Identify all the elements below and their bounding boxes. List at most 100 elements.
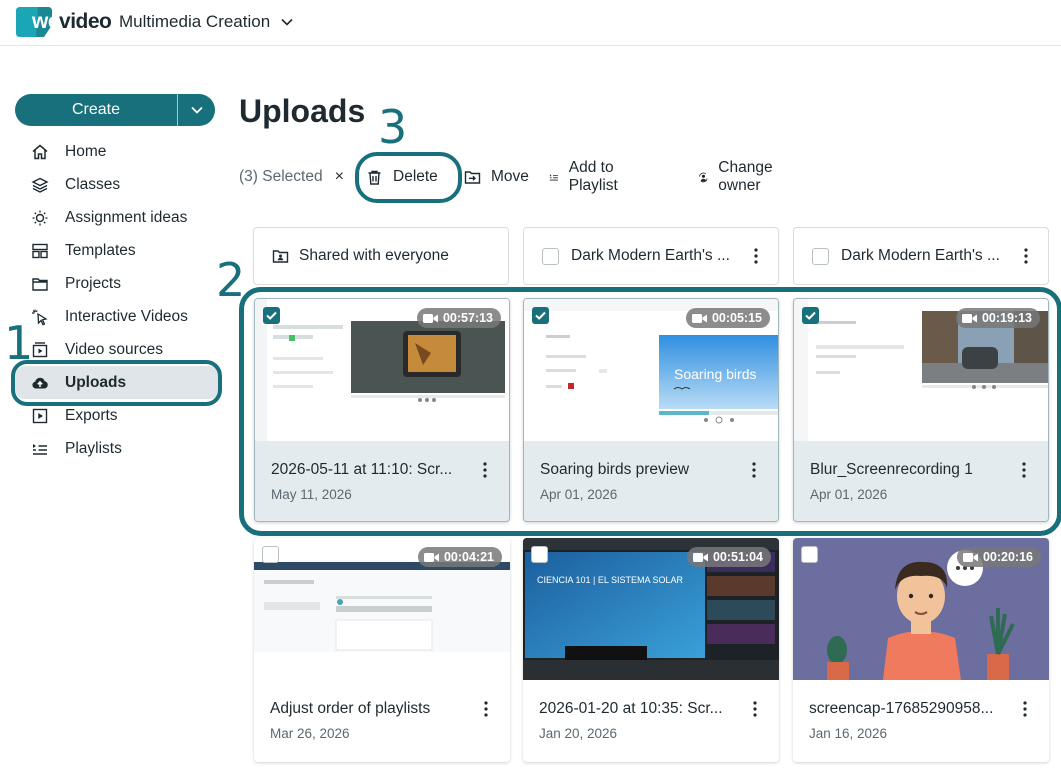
card-checkbox[interactable] [801,546,818,563]
card-date: May 11, 2026 [271,487,352,502]
change-owner-label: Change owner [718,159,773,194]
move-label: Move [491,168,529,185]
card-meta: Soaring birds preview Apr 01, 2026 [524,441,778,521]
folder-checkbox[interactable] [542,247,559,265]
duration-text: 00:20:16 [982,550,1033,564]
layers-icon [31,177,49,193]
card-date: Jan 16, 2026 [809,726,888,741]
video-camera-icon [422,313,438,323]
card-meta: Adjust order of playlists Mar 26, 2026 [254,680,510,762]
card-meta: 2026-05-11 at 11:10: Scr... May 11, 2026 [255,441,509,521]
video-camera-icon [961,313,977,323]
home-icon [32,144,48,159]
workspace-name: Multimedia Creation [119,12,271,31]
more-options-button[interactable] [747,700,763,718]
kebab-icon [483,462,487,478]
more-options-button[interactable] [1018,247,1034,265]
video-camera-icon [692,552,708,562]
top-bar: wevideo Multimedia Creation [0,0,1061,46]
media-card[interactable]: 00:20:16 screencap-17685290958... Jan 16… [793,538,1049,762]
bulb-icon [32,210,48,225]
clear-selection-button[interactable]: × [335,168,344,186]
card-title: 2026-01-20 at 10:35: Scr... [539,700,723,717]
workspace-switcher[interactable]: Multimedia Creation [119,12,294,32]
more-options-button[interactable] [746,461,762,479]
kebab-icon [484,701,488,717]
video-source-icon [32,341,48,357]
card-checkbox[interactable] [262,546,279,563]
duration-badge: 00:51:04 [686,547,771,567]
media-card[interactable]: 00:19:13 Blur_Screenrecording 1 Apr 01, … [793,298,1049,522]
video-camera-icon [423,552,439,562]
callout-number-1: 1 [4,316,34,370]
sidebar-item-templates[interactable]: Templates [15,234,220,267]
folder-checkbox[interactable] [812,247,829,265]
duration-badge: 00:19:13 [955,308,1040,328]
callout-number-2: 2 [216,253,246,307]
folder-item[interactable]: Dark Modern Earth's ... [523,227,779,285]
more-options-button[interactable] [477,461,493,479]
create-label[interactable]: Create [15,94,177,126]
create-dropdown-button[interactable] [177,94,215,126]
sidebar-item-projects[interactable]: Projects [15,267,220,300]
sidebar-item-home[interactable]: Home [15,135,220,168]
delete-label: Delete [393,168,438,185]
change-owner-button[interactable]: Change owner [698,159,779,194]
folder-shared-with-everyone[interactable]: Shared with everyone [253,227,509,285]
sidebar-item-uploads[interactable]: Uploads [15,366,220,399]
sidebar-item-label: Assignment ideas [65,208,188,226]
pointer-icon [32,309,48,326]
check-icon [805,311,816,320]
media-card[interactable]: CIENCIA 101 | EL SISTEMA SOLAR 00:51:04 … [523,538,779,762]
sidebar-item-label: Templates [65,241,136,259]
sidebar-item-exports[interactable]: Exports [15,399,220,432]
delete-button[interactable]: Delete [366,160,438,194]
card-title: Adjust order of playlists [270,700,431,717]
duration-text: 00:05:15 [711,311,762,325]
page-title: Uploads [239,93,366,129]
more-options-button[interactable] [478,700,494,718]
logo-suffix: video [59,10,112,33]
add-to-playlist-button[interactable]: Add to Playlist [549,159,625,194]
sidebar-item-interactive-videos[interactable]: Interactive Videos [15,300,220,333]
media-card[interactable]: Soaring birds 00:05:15 Soaring birds pre… [523,298,779,522]
callout-number-3: 3 [378,100,408,154]
media-card[interactable]: 00:57:13 2026-05-11 at 11:10: Scr... May… [254,298,510,522]
more-options-button[interactable] [748,247,764,265]
sidebar-item-video-sources[interactable]: Video sources [15,333,220,366]
sidebar-item-label: Video sources [65,340,163,358]
card-checkbox[interactable] [532,307,549,324]
more-options-button[interactable] [1017,700,1033,718]
move-folder-icon [464,170,481,184]
more-options-button[interactable] [1016,461,1032,479]
sidebar-item-playlists[interactable]: Playlists [15,432,220,465]
duration-badge: 00:57:13 [416,308,501,328]
chevron-down-icon [190,106,203,114]
sidebar-item-classes[interactable]: Classes [15,168,220,201]
check-icon [266,311,277,320]
change-owner-icon [699,172,708,182]
kebab-icon [754,248,758,264]
card-meta: screencap-17685290958... Jan 16, 2026 [793,680,1049,762]
card-title: Blur_Screenrecording 1 [810,461,973,478]
sidebar-item-label: Projects [65,274,121,292]
media-card[interactable]: 00:04:21 Adjust order of playlists Mar 2… [254,538,510,762]
kebab-icon [1024,248,1028,264]
folder-item[interactable]: Dark Modern Earth's ... [793,227,1049,285]
move-button[interactable]: Move [464,160,529,194]
folder-name: Dark Modern Earth's ... [841,247,1000,264]
folder-name: Dark Modern Earth's ... [571,247,730,264]
trash-icon [368,170,381,185]
card-date: Jan 20, 2026 [539,726,618,741]
kebab-icon [753,701,757,717]
create-button[interactable]: Create [15,94,215,126]
card-checkbox[interactable] [263,307,280,324]
card-checkbox[interactable] [531,546,548,563]
wevideo-logo[interactable]: wevideo [14,5,112,39]
card-meta: Blur_Screenrecording 1 Apr 01, 2026 [794,441,1048,521]
card-checkbox[interactable] [802,307,819,324]
sidebar-item-label: Interactive Videos [65,307,188,325]
folder-name: Shared with everyone [299,247,449,264]
sidebar-item-assignment-ideas[interactable]: Assignment ideas [15,201,220,234]
sidebar-item-label: Exports [65,406,118,424]
